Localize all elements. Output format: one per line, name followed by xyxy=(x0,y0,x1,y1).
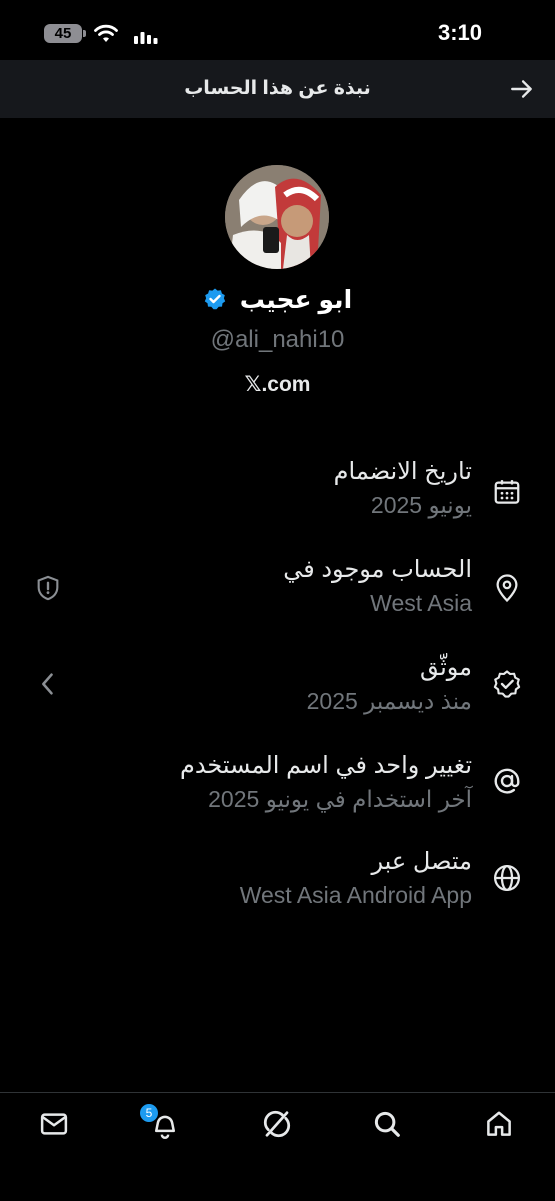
x-com-label: 𝕏.com xyxy=(0,372,555,397)
info-row-value: آخر استخدام في يونيو 2025 xyxy=(208,786,472,812)
status-bar: 45 3:10 xyxy=(0,0,555,64)
info-row-value: West Asia xyxy=(370,590,472,616)
info-row-location[interactable]: الحساب موجود في West Asia xyxy=(0,553,555,643)
site-text: .com xyxy=(261,373,311,396)
info-row-joined: تاريخ الانضمام يونيو 2025 xyxy=(0,455,555,545)
top-app-bar: نبذة عن هذا الحساب xyxy=(0,60,555,118)
battery-level: 45 xyxy=(54,25,72,42)
mail-icon[interactable] xyxy=(39,1109,69,1139)
verified-check-icon xyxy=(493,670,521,698)
battery-icon: 45 xyxy=(44,24,86,43)
info-row-label: تغيير واحد في اسم المستخدم xyxy=(179,752,472,779)
username-handle: @ali_nahi10 xyxy=(210,326,345,353)
notification-count-badge: 5 xyxy=(139,1103,159,1123)
verified-badge-icon xyxy=(204,288,226,310)
info-row-label: تاريخ الانضمام xyxy=(333,458,472,485)
x-logo-icon: 𝕏 xyxy=(244,372,262,396)
wifi-icon xyxy=(94,24,118,42)
bottom-navigation: 5 xyxy=(0,1092,555,1201)
clock: 3:10 xyxy=(437,20,482,45)
home-icon[interactable] xyxy=(484,1109,514,1139)
cellular-signal-icon xyxy=(134,32,158,44)
info-row-username-changes: تغيير واحد في اسم المستخدم آخر استخدام ف… xyxy=(0,749,555,839)
at-sign-icon xyxy=(494,768,520,794)
search-icon[interactable] xyxy=(372,1109,402,1139)
info-row-value: يونيو 2025 xyxy=(370,492,472,518)
grok-icon[interactable] xyxy=(262,1109,292,1139)
location-pin-icon xyxy=(496,574,518,603)
info-row-value: West Asia Android App xyxy=(239,882,472,908)
globe-icon xyxy=(494,865,520,891)
chevron-left-icon[interactable] xyxy=(34,670,62,698)
calendar-icon xyxy=(494,480,520,504)
shield-alert-icon[interactable] xyxy=(34,574,62,602)
avatar[interactable] xyxy=(225,165,329,269)
page-title: نبذة عن هذا الحساب xyxy=(184,78,371,99)
info-row-label: الحساب موجود في xyxy=(283,556,472,583)
info-row-value: منذ ديسمبر 2025 xyxy=(306,688,472,714)
info-row-verified[interactable]: موثّق منذ ديسمبر 2025 xyxy=(0,651,555,741)
display-name-row: ابو عجيب xyxy=(0,285,555,315)
info-row-label: متصل عبر xyxy=(371,848,472,875)
info-row-label: موثّق xyxy=(420,654,472,681)
info-row-connected-via: متصل عبر West Asia Android App xyxy=(0,845,555,935)
display-name: ابو عجيب xyxy=(239,286,353,314)
back-arrow-icon[interactable] xyxy=(509,76,535,102)
